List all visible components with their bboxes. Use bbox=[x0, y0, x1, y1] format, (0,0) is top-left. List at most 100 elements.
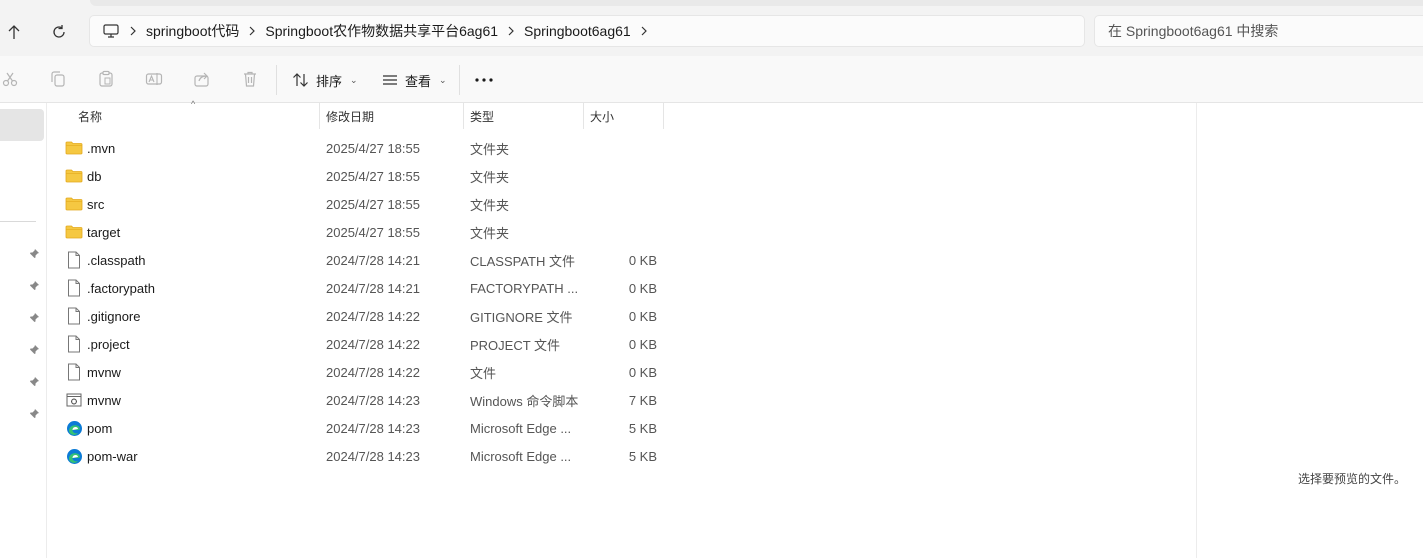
nav-selected-item[interactable] bbox=[0, 109, 44, 141]
breadcrumb-current-folder[interactable]: Springboot6ag61 bbox=[524, 23, 631, 39]
file-row[interactable]: .gitignore 2024/7/28 14:22 GITIGNORE 文件 0 K… bbox=[47, 302, 1197, 330]
file-name: .project bbox=[87, 336, 130, 352]
view-button[interactable]: 查看 ⌄ bbox=[381, 68, 447, 92]
file-row[interactable]: db 2025/4/27 18:55 文件夹 bbox=[47, 162, 1197, 190]
file-size bbox=[587, 162, 657, 190]
file-icon bbox=[65, 363, 83, 381]
file-row[interactable]: .project 2024/7/28 14:22 PROJECT 文件 0 KB bbox=[47, 330, 1197, 358]
file-name-cell[interactable]: pom-war bbox=[65, 442, 315, 470]
file-date: 2024/7/28 14:22 bbox=[326, 308, 420, 324]
file-name-cell[interactable]: target bbox=[65, 218, 315, 246]
file-row[interactable]: pom-war 2024/7/28 14:23 Microsoft Edge ...… bbox=[47, 442, 1197, 470]
file-size: 7 KB bbox=[628, 392, 657, 408]
pin-icon[interactable] bbox=[27, 374, 41, 388]
file-name-cell[interactable]: .project bbox=[65, 330, 315, 358]
file-type: Microsoft Edge ... bbox=[470, 448, 572, 464]
file-type: 文件夹 bbox=[470, 141, 510, 157]
file-row[interactable]: src 2025/4/27 18:55 文件夹 bbox=[47, 190, 1197, 218]
file-date: 2025/4/27 18:55 bbox=[326, 140, 420, 156]
file-name-cell[interactable]: .gitignore bbox=[65, 302, 315, 330]
more-options-button[interactable] bbox=[472, 66, 496, 94]
arrow-up-icon bbox=[8, 25, 20, 39]
cut-icon[interactable] bbox=[0, 69, 20, 89]
file-type: Microsoft Edge ... bbox=[470, 420, 572, 436]
refresh-icon bbox=[53, 25, 65, 38]
file-name-cell[interactable]: .classpath bbox=[65, 246, 315, 274]
file-name-cell[interactable]: src bbox=[65, 190, 315, 218]
file-name-cell[interactable]: db bbox=[65, 162, 315, 190]
search-placeholder: 在 Springboot6ag61 中搜索 bbox=[1108, 23, 1279, 39]
file-list: .mvn 2025/4/27 18:55 文件夹 db 2025/4/27 18:55 文… bbox=[47, 134, 1197, 470]
paste-icon[interactable] bbox=[96, 69, 116, 89]
file-name-cell[interactable]: .mvn bbox=[65, 134, 315, 162]
file-icon bbox=[65, 279, 83, 297]
file-name-cell[interactable]: .factorypath bbox=[65, 274, 315, 302]
file-size: 0 KB bbox=[628, 336, 657, 352]
copy-icon[interactable] bbox=[48, 69, 68, 89]
column-header-date-label: 修改日期 bbox=[326, 109, 375, 124]
column-header-type[interactable]: 类型 bbox=[464, 103, 584, 129]
chevron-right-icon[interactable] bbox=[631, 26, 657, 36]
view-list-icon bbox=[383, 75, 397, 85]
column-header-name[interactable]: 名称 bbox=[72, 103, 320, 129]
share-icon[interactable] bbox=[192, 69, 212, 89]
file-type: GITIGNORE 文件 bbox=[470, 309, 573, 325]
pin-icon[interactable] bbox=[27, 406, 41, 420]
toolbar-divider bbox=[276, 65, 277, 95]
file-date: 2025/4/27 18:55 bbox=[326, 224, 420, 240]
refresh-button[interactable] bbox=[45, 18, 73, 46]
pin-icon[interactable] bbox=[27, 246, 41, 260]
file-size bbox=[587, 218, 657, 246]
breadcrumb-platform[interactable]: Springboot农作物数据共享平台6ag61 bbox=[265, 21, 498, 41]
search-input[interactable]: 在 Springboot6ag61 中搜索 bbox=[1094, 15, 1423, 47]
address-bar[interactable]: springboot代码 Springboot农作物数据共享平台6ag61 Sp… bbox=[89, 15, 1085, 47]
column-header-size[interactable]: 大小 bbox=[584, 103, 664, 129]
file-row[interactable]: target 2025/4/27 18:55 文件夹 bbox=[47, 218, 1197, 246]
breadcrumb-springboot-code[interactable]: springboot代码 bbox=[146, 21, 239, 41]
file-name-cell[interactable]: mvnw bbox=[65, 386, 315, 414]
file-row[interactable]: mvnw 2024/7/28 14:23 Windows 命令脚本 7 KB bbox=[47, 386, 1197, 414]
file-name: .classpath bbox=[87, 252, 146, 268]
file-row[interactable]: .mvn 2025/4/27 18:55 文件夹 bbox=[47, 134, 1197, 162]
file-name: .gitignore bbox=[87, 308, 141, 324]
file-size: 0 KB bbox=[628, 308, 657, 324]
file-row[interactable]: .classpath 2024/7/28 14:21 CLASSPATH 文件 0 K… bbox=[47, 246, 1197, 274]
column-header-name-label: 名称 bbox=[78, 109, 103, 124]
chevron-right-icon[interactable] bbox=[120, 26, 146, 36]
navigation-pane bbox=[0, 103, 47, 558]
sort-label: 排序 bbox=[316, 73, 343, 89]
file-size: 5 KB bbox=[628, 448, 657, 464]
pin-icon[interactable] bbox=[27, 342, 41, 356]
file-size: 0 KB bbox=[628, 364, 657, 380]
column-header-date[interactable]: 修改日期 bbox=[320, 103, 464, 129]
file-size: 5 KB bbox=[628, 420, 657, 436]
file-type: Windows 命令脚本 bbox=[470, 393, 579, 409]
edge-icon bbox=[65, 419, 83, 437]
pin-icon[interactable] bbox=[27, 278, 41, 292]
file-icon bbox=[65, 307, 83, 325]
file-row[interactable]: mvnw 2024/7/28 14:22 文件 0 KB bbox=[47, 358, 1197, 386]
file-name-cell[interactable]: mvnw bbox=[65, 358, 315, 386]
up-button[interactable] bbox=[0, 18, 28, 46]
file-name: pom-war bbox=[87, 448, 138, 464]
file-name: pom bbox=[87, 420, 113, 436]
file-date: 2025/4/27 18:55 bbox=[326, 168, 420, 184]
file-row[interactable]: pom 2024/7/28 14:23 Microsoft Edge ... 5 KB bbox=[47, 414, 1197, 442]
address-row: springboot代码 Springboot农作物数据共享平台6ag61 Sp… bbox=[0, 8, 1423, 56]
file-row[interactable]: .factorypath 2024/7/28 14:21 FACTORYPATH .… bbox=[47, 274, 1197, 302]
tab-edge bbox=[90, 0, 1423, 6]
file-date: 2024/7/28 14:21 bbox=[326, 252, 420, 268]
rename-icon[interactable] bbox=[144, 69, 164, 89]
chevron-right-icon[interactable] bbox=[239, 26, 265, 36]
delete-icon[interactable] bbox=[240, 69, 260, 89]
toolbar-divider bbox=[459, 65, 460, 95]
preview-pane-divider[interactable] bbox=[1196, 103, 1197, 558]
file-name-cell[interactable]: pom bbox=[65, 414, 315, 442]
file-type: 文件夹 bbox=[470, 169, 510, 185]
sort-button[interactable]: 排序 ⌄ bbox=[292, 68, 358, 92]
file-name: target bbox=[87, 224, 121, 240]
view-label: 查看 bbox=[405, 73, 432, 89]
pin-icon[interactable] bbox=[27, 310, 41, 324]
chevron-down-icon: ⌄ bbox=[439, 74, 447, 85]
chevron-right-icon[interactable] bbox=[498, 26, 524, 36]
